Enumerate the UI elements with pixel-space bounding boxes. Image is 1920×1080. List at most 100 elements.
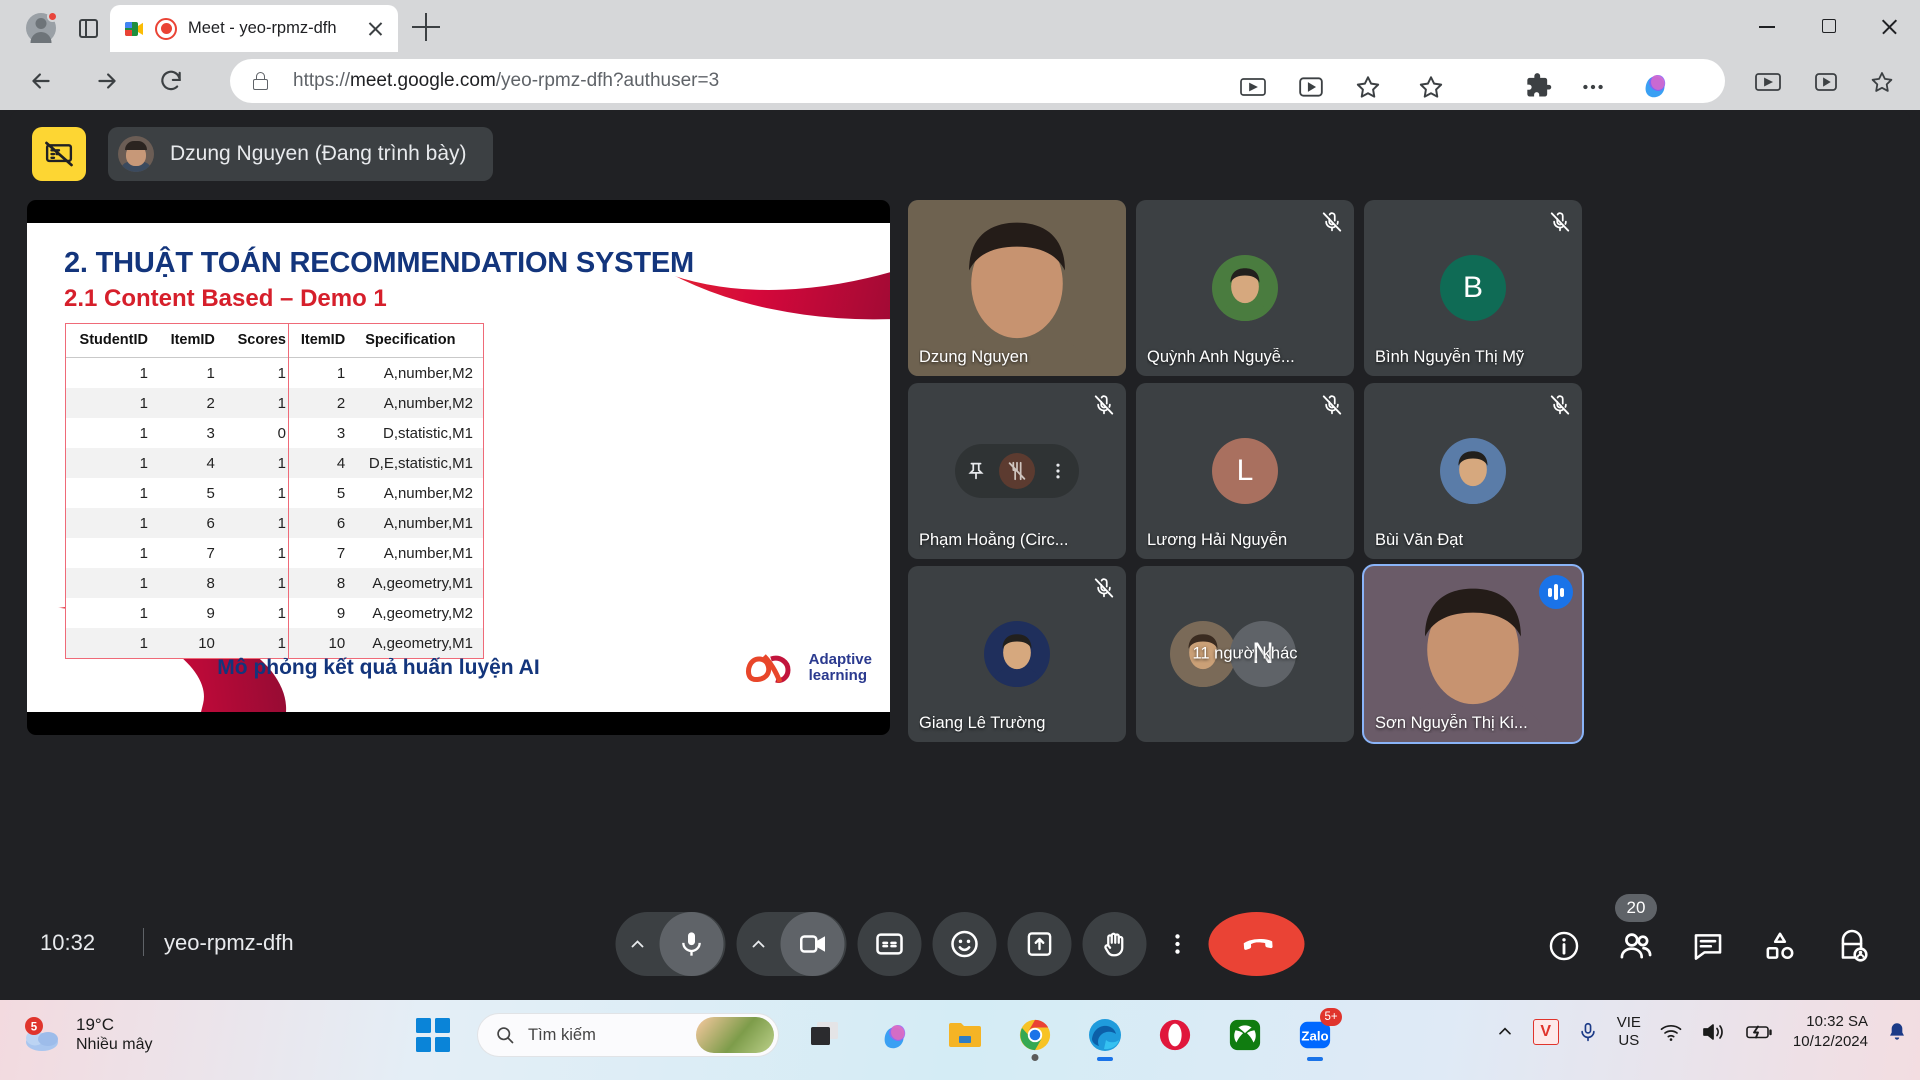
show-hidden-icons[interactable] (1495, 1022, 1515, 1042)
unikey-icon[interactable]: V (1532, 1018, 1559, 1045)
leave-call-button[interactable] (1208, 912, 1305, 976)
clock[interactable]: 10:32 SA 10/12/2024 (1793, 1012, 1868, 1051)
participant-tile[interactable]: N 11 người khác (1136, 566, 1354, 742)
opera-button[interactable] (1152, 1012, 1198, 1058)
camera-button[interactable] (780, 912, 845, 976)
participant-tile[interactable]: Dzung Nguyen (908, 200, 1126, 376)
back-arrow-icon[interactable] (22, 62, 60, 100)
new-tab-button[interactable] (412, 13, 440, 41)
language-indicator[interactable]: VIE US (1617, 1014, 1641, 1049)
table-row: 1 5 1 (66, 478, 296, 508)
divider (143, 928, 145, 956)
tab-close-icon[interactable] (365, 18, 386, 39)
chat-button[interactable] (1684, 922, 1732, 970)
participant-tile[interactable]: Sơn Nguyễn Thị Ki... (1362, 564, 1584, 744)
table-cell: 9 (336, 604, 346, 622)
participant-name: Quỳnh Anh Nguyễ... (1147, 348, 1295, 366)
chrome-button[interactable] (1012, 1012, 1058, 1061)
profile-avatar-icon[interactable] (22, 9, 60, 47)
captions-button[interactable] (857, 912, 922, 976)
table-header: StudentID (66, 324, 158, 358)
maximize-icon[interactable] (1798, 0, 1860, 52)
app-running-indicator (1031, 1054, 1039, 1061)
stop-presenting-icon[interactable] (32, 127, 86, 181)
table-cell: 1 (277, 364, 286, 382)
copilot-button[interactable] (872, 1012, 918, 1058)
table-cell: 6 (206, 514, 215, 532)
block-video-icon[interactable] (998, 453, 1035, 489)
browser-tab[interactable]: Meet - yeo-rpmz-dfh (110, 5, 398, 52)
three-dots-menu-icon[interactable] (1580, 74, 1606, 105)
search-input[interactable]: Tìm kiếm (478, 1014, 778, 1056)
task-view-button[interactable] (802, 1012, 848, 1058)
mic-options-chevron[interactable] (616, 934, 660, 954)
table-cell: 1 (139, 364, 148, 382)
wifi-icon[interactable] (1659, 1021, 1683, 1043)
file-explorer-button[interactable] (942, 1012, 988, 1058)
browser-chrome: Meet - yeo-rpmz-dfh https://meet.google.… (0, 0, 1920, 110)
copilot-icon[interactable] (1638, 68, 1672, 107)
battery-charging-icon[interactable] (1745, 1022, 1775, 1042)
people-button[interactable]: 20 (1612, 894, 1660, 970)
more-options-button[interactable] (1158, 912, 1198, 976)
pin-icon[interactable] (958, 453, 994, 489)
address-bar[interactable]: https://meet.google.com/yeo-rpmz-dfh?aut… (230, 59, 1725, 103)
table-cell: A,number,M1 (383, 514, 473, 532)
zalo-button[interactable]: Zalo 5+ (1292, 1008, 1342, 1061)
participant-tile[interactable]: Quỳnh Anh Nguyễ... (1136, 200, 1354, 376)
reload-icon[interactable] (152, 62, 190, 100)
tile-hover-controls[interactable] (955, 444, 1079, 498)
weather-description: Nhiều mây (76, 1036, 153, 1054)
media-control-icon-2[interactable] (1298, 74, 1324, 105)
star-outline-icon[interactable] (1355, 74, 1381, 105)
table-row: 3 D,statistic,M1 (289, 418, 483, 448)
xbox-button[interactable] (1222, 1012, 1268, 1058)
tab-strip: Meet - yeo-rpmz-dfh (0, 0, 1920, 52)
reactions-button[interactable] (932, 912, 997, 976)
mic-off-icon (1091, 392, 1117, 418)
participant-tile[interactable]: Bùi Văn Đạt (1364, 383, 1582, 559)
participant-photo (984, 621, 1050, 687)
presenter-name: Dzung Nguyen (Đang trình bày) (170, 142, 467, 165)
microphone-control[interactable] (615, 912, 726, 976)
table-cell: 10 (198, 634, 215, 652)
cast-icon-3[interactable] (1240, 76, 1266, 103)
media-control-icon[interactable] (1806, 62, 1846, 102)
table-cell: 10 (328, 634, 346, 652)
table-row: 1 7 1 (66, 538, 296, 568)
weather-widget[interactable]: 5 19°C Nhiều mây (20, 1014, 152, 1055)
present-button[interactable] (1007, 912, 1072, 976)
star-icon-2[interactable] (1418, 74, 1444, 105)
more-options-icon[interactable] (1040, 453, 1076, 489)
volume-icon[interactable] (1701, 1021, 1727, 1043)
search-icon (497, 1027, 514, 1044)
camera-control[interactable] (736, 912, 847, 976)
participant-tile[interactable]: Giang Lê Trường (908, 566, 1126, 742)
table-row: 1 9 1 (66, 598, 296, 628)
table-cell: 1 (139, 454, 148, 472)
microphone-icon[interactable] (1577, 1020, 1599, 1044)
cloud-icon: 5 (20, 1015, 64, 1055)
table-cell: 7 (206, 544, 215, 562)
host-controls-button[interactable] (1828, 922, 1876, 970)
participant-tile[interactable]: L Lương Hải Nguyễn (1136, 383, 1354, 559)
notification-bell-icon[interactable] (1886, 1020, 1908, 1044)
participant-initial-avatar: B (1440, 255, 1506, 321)
microphone-button[interactable] (659, 912, 724, 976)
close-icon[interactable] (1858, 0, 1920, 52)
forward-arrow-icon[interactable] (88, 62, 126, 100)
meeting-details-button[interactable] (1540, 922, 1588, 970)
tab-search-icon[interactable] (72, 12, 104, 44)
raise-hand-button[interactable] (1082, 912, 1147, 976)
participant-tile[interactable]: B Bình Nguyễn Thị Mỹ (1364, 200, 1582, 376)
slide-title: 2. THUẬT TOÁN RECOMMENDATION SYSTEM (64, 247, 694, 279)
activities-button[interactable] (1756, 922, 1804, 970)
edge-button[interactable] (1082, 1012, 1128, 1061)
extensions-puzzle-icon[interactable] (1525, 72, 1553, 105)
participant-tile[interactable]: Phạm Hoằng (Circ... (908, 383, 1126, 559)
camera-options-chevron[interactable] (737, 934, 781, 954)
presentation-stage[interactable]: 2. THUẬT TOÁN RECOMMENDATION SYSTEM 2.1 … (27, 200, 890, 735)
star-icon[interactable] (1862, 62, 1902, 102)
mic-off-icon (1547, 209, 1573, 235)
windows-logo-icon[interactable] (416, 1018, 450, 1052)
